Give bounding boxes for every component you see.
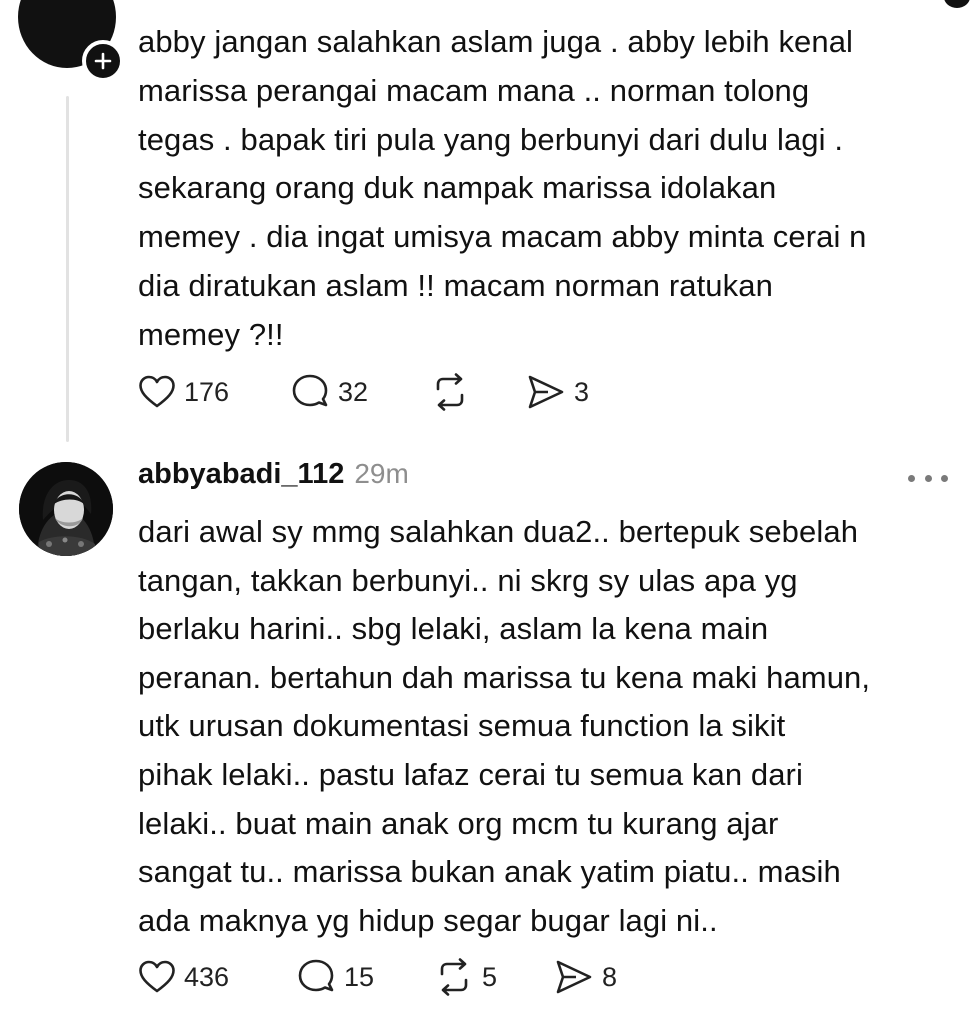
post-text-line: dari awal sy mmg salahkan dua2.. bertepu… — [138, 514, 859, 549]
reply-button[interactable]: 15 — [296, 958, 434, 996]
thread-line — [66, 96, 69, 442]
reply-count: 15 — [344, 961, 375, 992]
profile-photo — [19, 462, 113, 556]
top-corner-icon — [944, 0, 970, 8]
more-dot — [924, 474, 932, 482]
post-text-line: tangan, takkan berbunyi.. ni skrg sy ula… — [138, 562, 798, 598]
post-text-line: dia diratukan aslam !! macam norman ratu… — [138, 267, 773, 303]
post-text-line: ada maknya yg hidup segar bugar lagi ni.… — [138, 902, 718, 938]
heart-icon — [139, 375, 175, 408]
like-count: 436 — [184, 961, 230, 992]
post-text-line: utk urusan dokumentasi semua function la… — [138, 708, 786, 744]
follow-button[interactable] — [82, 40, 124, 82]
repost-count: 5 — [482, 961, 498, 992]
post-text-line: berlaku harini.. sbg lelaki, aslam la ke… — [138, 611, 769, 647]
post-actions: 176 32 3 — [138, 372, 589, 412]
more-dot — [908, 474, 915, 482]
more-icon[interactable] — [908, 470, 948, 486]
reply-count: 32 — [338, 376, 369, 407]
post-text: dari awal sy mmg salahkan dua2.. bertepu… — [138, 508, 958, 945]
repost-icon — [440, 958, 468, 996]
post-text-line: marissa perangai macam mana .. norman to… — [138, 72, 810, 108]
like-button[interactable]: 436 — [138, 959, 296, 995]
avatar[interactable] — [19, 462, 113, 556]
send-icon — [556, 960, 592, 994]
post-text-line: sangat tu.. marissa bukan anak yatim pia… — [138, 854, 841, 890]
post-text-line: abby jangan salahkan aslam juga . abby l… — [138, 24, 854, 59]
post-text-line: pihak lelaki.. pastu lafaz cerai tu semu… — [138, 756, 803, 792]
post-text-line: memey . dia ingat umisya macam abby mint… — [138, 219, 867, 255]
repost-button[interactable]: 5 — [434, 958, 554, 996]
plus-icon — [94, 52, 112, 70]
repost-button[interactable] — [430, 373, 526, 411]
like-count: 176 — [184, 376, 230, 407]
reply-button[interactable]: 32 — [290, 373, 430, 411]
post-text-line: lelaki.. buat main anak org mcm tu kuran… — [138, 805, 779, 841]
timestamp: 29m — [354, 458, 409, 489]
post-text-line: memey ?!! — [138, 316, 284, 352]
heart-icon — [139, 960, 175, 993]
like-button[interactable]: 176 — [138, 374, 290, 410]
post-text-line: peranan. bertahun dah marissa tu kena ma… — [138, 659, 871, 695]
post-text: abby jangan salahkan aslam juga . abby l… — [138, 18, 958, 360]
share-button[interactable]: 8 — [554, 958, 617, 996]
repost-icon — [436, 373, 464, 411]
comment-icon — [298, 959, 334, 992]
post-text-line: tegas . bapak tiri pula yang berbunyi da… — [138, 121, 844, 157]
post-text-line: sekarang orang duk nampak marissa idolak… — [138, 170, 777, 206]
post-header: abbyabadi_112 29m — [138, 458, 409, 491]
share-button[interactable]: 3 — [526, 373, 589, 411]
more-dot — [941, 474, 948, 482]
send-icon — [528, 375, 564, 409]
post-actions: 436 15 5 8 — [138, 957, 617, 997]
share-count: 8 — [602, 961, 618, 992]
share-count: 3 — [574, 376, 590, 407]
comment-icon — [292, 374, 328, 407]
username[interactable]: abbyabadi_112 — [138, 458, 344, 491]
